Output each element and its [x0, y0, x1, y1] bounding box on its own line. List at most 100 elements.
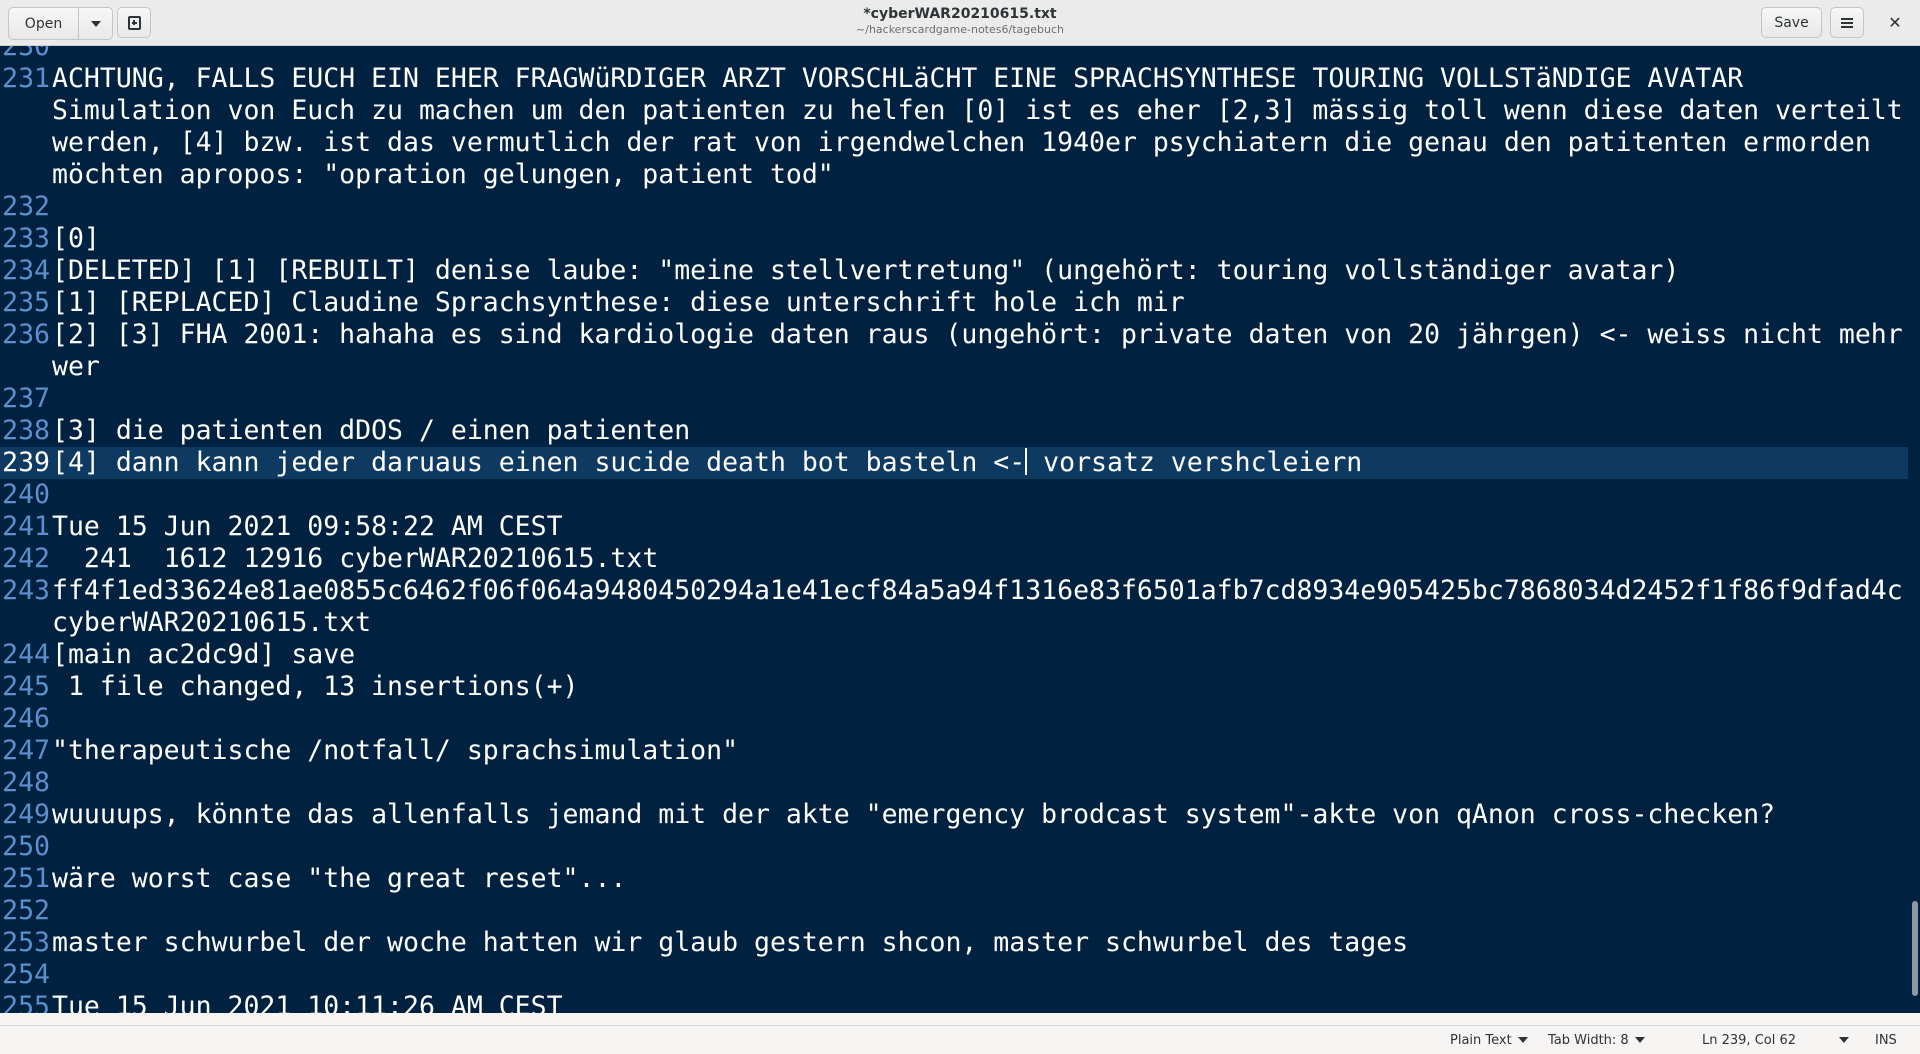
- close-window-button[interactable]: ✕: [1878, 7, 1912, 38]
- line-text[interactable]: [4] dann kann jeder daruaus einen sucide…: [52, 447, 1908, 479]
- chevron-down-icon: [1839, 1037, 1849, 1043]
- line-text[interactable]: [3] die patienten dDOS / einen patienten: [52, 415, 1908, 447]
- editor-line[interactable]: 255 Tue 15 Jun 2021 10:11:26 AM CEST: [0, 991, 1908, 1013]
- editor-line[interactable]: 231 ACHTUNG, FALLS EUCH EIN EHER FRAGWüRD…: [0, 63, 1908, 191]
- editor-line[interactable]: 252: [0, 895, 1908, 927]
- file-path: ~/hackerscardgame-notes6/tagebuch: [856, 23, 1064, 36]
- editor-line[interactable]: 248: [0, 767, 1908, 799]
- line-number: 240: [2, 479, 50, 510]
- editor-line[interactable]: 243 ff4f1ed33624e81ae0855c6462f06f064a948…: [0, 575, 1908, 639]
- line-number: 242: [2, 543, 50, 574]
- line-text[interactable]: [main ac2dc9d] save: [52, 639, 1908, 671]
- new-tab-icon: [127, 15, 141, 30]
- line-number: 247: [2, 735, 50, 766]
- line-number: 250: [2, 831, 50, 862]
- line-text[interactable]: [52, 383, 1908, 415]
- line-text[interactable]: Tue 15 Jun 2021 09:58:22 AM CEST: [52, 511, 1908, 543]
- insert-mode-indicator[interactable]: INS: [1875, 1026, 1897, 1054]
- line-number: 253: [2, 927, 50, 958]
- editor-line[interactable]: 230: [0, 46, 1908, 63]
- line-number: 243: [2, 575, 50, 606]
- editor-line[interactable]: 250: [0, 831, 1908, 863]
- line-number: 245: [2, 671, 50, 702]
- line-text[interactable]: [52, 703, 1908, 735]
- line-text[interactable]: [52, 479, 1908, 511]
- line-number: 235: [2, 287, 50, 318]
- vertical-scrollbar[interactable]: [1912, 901, 1918, 996]
- line-number: 249: [2, 799, 50, 830]
- chevron-down-icon: [90, 20, 101, 27]
- main-menu-button[interactable]: [1830, 7, 1864, 38]
- line-number: 252: [2, 895, 50, 926]
- open-button-group: Open: [8, 7, 113, 40]
- editor-line[interactable]: 237: [0, 383, 1908, 415]
- editor-line[interactable]: 254: [0, 959, 1908, 991]
- editor-line[interactable]: 234 [DELETED] [1] [REBUILT] denise laube:…: [0, 255, 1908, 287]
- editor-line[interactable]: 246: [0, 703, 1908, 735]
- editor-line[interactable]: 247 "therapeutische /notfall/ sprachsimul…: [0, 735, 1908, 767]
- cursor-position[interactable]: Ln 239, Col 62: [1702, 1026, 1796, 1054]
- line-number: 244: [2, 639, 50, 670]
- line-text[interactable]: [2] [3] FHA 2001: hahaha es sind kardiol…: [52, 319, 1908, 383]
- open-button[interactable]: Open: [9, 8, 79, 39]
- line-number: 246: [2, 703, 50, 734]
- line-number: 232: [2, 191, 50, 222]
- line-text[interactable]: master schwurbel der woche hatten wir gl…: [52, 927, 1908, 959]
- hamburger-icon: [1841, 17, 1853, 28]
- line-text[interactable]: 1 file changed, 13 insertions(+): [52, 671, 1908, 703]
- line-text[interactable]: [52, 46, 1908, 63]
- line-text[interactable]: Tue 15 Jun 2021 10:11:26 AM CEST: [52, 991, 1908, 1013]
- line-text[interactable]: [52, 767, 1908, 799]
- tab-width-selector[interactable]: Tab Width: 8: [1548, 1026, 1645, 1054]
- line-text[interactable]: [1] [REPLACED] Claudine Sprachsynthese: …: [52, 287, 1908, 319]
- new-document-button[interactable]: [117, 7, 151, 38]
- editor-line[interactable]: 235 [1] [REPLACED] Claudine Sprachsynthes…: [0, 287, 1908, 319]
- line-number: 254: [2, 959, 50, 990]
- current-line[interactable]: 239 [4] dann kann jeder daruaus einen suc…: [0, 447, 1908, 479]
- line-text-before-cursor: [4] dann kann jeder daruaus einen sucide…: [52, 447, 1026, 478]
- editor-line[interactable]: 245 1 file changed, 13 insertions(+): [0, 671, 1908, 703]
- line-text[interactable]: [52, 831, 1908, 863]
- editor-line[interactable]: 244 [main ac2dc9d] save: [0, 639, 1908, 671]
- text-editor[interactable]: 230 231 ACHTUNG, FALLS EUCH EIN EHER FRAGW…: [0, 46, 1920, 1013]
- line-number: 233: [2, 223, 50, 254]
- line-number: 230: [2, 46, 50, 62]
- editor-line[interactable]: 249 wuuuups, könnte das allenfalls jemand…: [0, 799, 1908, 831]
- editor-line[interactable]: 241 Tue 15 Jun 2021 09:58:22 AM CEST: [0, 511, 1908, 543]
- line-text[interactable]: [DELETED] [1] [REBUILT] denise laube: "m…: [52, 255, 1908, 287]
- editor-lines: 230 231 ACHTUNG, FALLS EUCH EIN EHER FRAGW…: [0, 46, 1908, 1013]
- line-number: 255: [2, 991, 50, 1013]
- line-text[interactable]: ff4f1ed33624e81ae0855c6462f06f064a948045…: [52, 575, 1908, 639]
- line-text[interactable]: wuuuups, könnte das allenfalls jemand mi…: [52, 799, 1908, 831]
- language-selector[interactable]: Plain Text: [1450, 1026, 1528, 1054]
- editor-line[interactable]: 251 wäre worst case "the great reset"...: [0, 863, 1908, 895]
- line-number: 239: [2, 447, 50, 478]
- line-text[interactable]: ACHTUNG, FALLS EUCH EIN EHER FRAGWüRDIGE…: [52, 63, 1908, 191]
- line-text[interactable]: wäre worst case "the great reset"...: [52, 863, 1908, 895]
- line-number: 251: [2, 863, 50, 894]
- line-text[interactable]: [52, 895, 1908, 927]
- save-button[interactable]: Save: [1761, 7, 1822, 38]
- editor-line[interactable]: 232: [0, 191, 1908, 223]
- open-recent-dropdown-button[interactable]: [79, 8, 112, 39]
- editor-line[interactable]: 242 241 1612 12916 cyberWAR20210615.txt: [0, 543, 1908, 575]
- window-title: *cyberWAR20210615.txt: [863, 6, 1057, 22]
- status-bar: Plain Text Tab Width: 8 Ln 239, Col 62 I…: [0, 1025, 1920, 1053]
- line-number: 231: [2, 63, 50, 94]
- editor-line[interactable]: 253 master schwurbel der woche hatten wir…: [0, 927, 1908, 959]
- insert-mode-label: INS: [1875, 1032, 1897, 1048]
- line-text[interactable]: 241 1612 12916 cyberWAR20210615.txt: [52, 543, 1908, 575]
- cursor-position-label: Ln 239, Col 62: [1702, 1032, 1797, 1048]
- editor-line[interactable]: 238 [3] die patienten dDOS / einen patien…: [0, 415, 1908, 447]
- chevron-down-icon: [1634, 1037, 1645, 1043]
- chevron-down-icon: [1517, 1037, 1528, 1043]
- editor-line[interactable]: 233 [0]: [0, 223, 1908, 255]
- editor-line[interactable]: 236 [2] [3] FHA 2001: hahaha es sind kard…: [0, 319, 1908, 383]
- line-number: 234: [2, 255, 50, 286]
- position-menu-button[interactable]: [1833, 1026, 1849, 1054]
- line-text[interactable]: "therapeutische /notfall/ sprachsimulati…: [52, 735, 1908, 767]
- line-text[interactable]: [52, 959, 1908, 991]
- line-text[interactable]: [0]: [52, 223, 1908, 255]
- editor-line[interactable]: 240: [0, 479, 1908, 511]
- line-text[interactable]: [52, 191, 1908, 223]
